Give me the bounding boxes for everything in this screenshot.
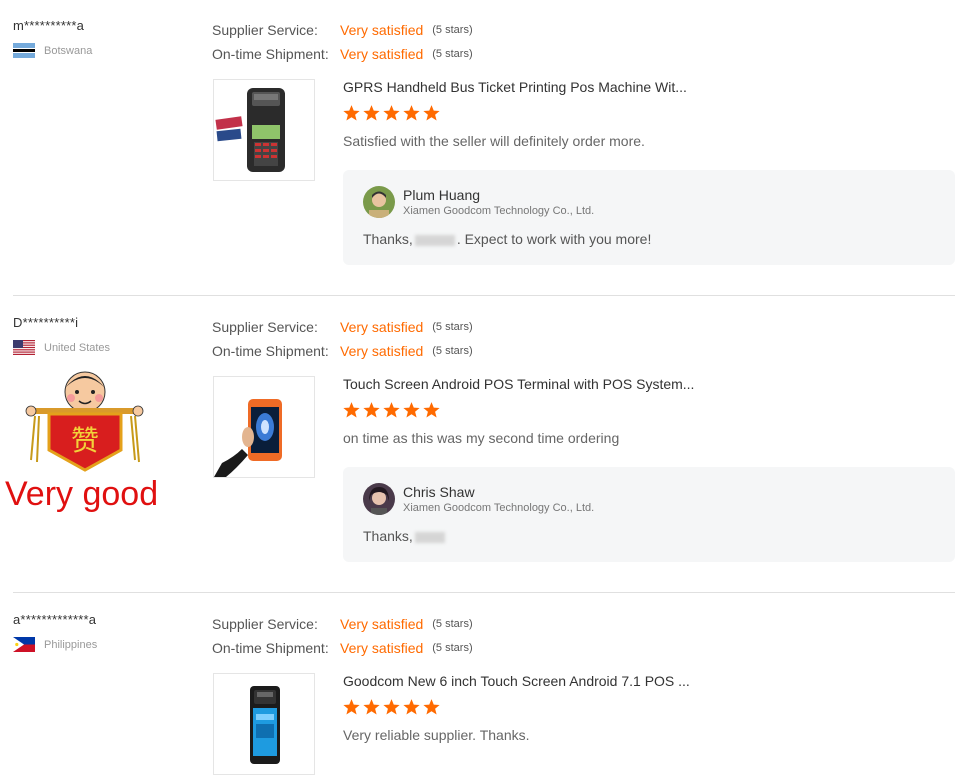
buyer-info: D**********i United States [13,315,110,355]
replier-name: Plum Huang [403,187,481,203]
philippines-flag-icon [13,637,35,652]
avatar [363,483,395,515]
star-icon [343,699,360,715]
reply-text-start: Thanks, [363,231,413,247]
rating-value: Very satisfied [340,319,424,335]
usa-flag-icon [13,340,35,355]
star-rating [342,104,442,122]
star-icon [403,402,420,418]
supplier-service-rating: Supplier Service: Very satisfied (5 star… [212,18,473,42]
divider [13,295,955,296]
supplier-service-rating: Supplier Service: Very satisfied (5 star… [212,315,473,339]
supplier-reply: Chris Shaw Xiamen Goodcom Technology Co.… [343,467,955,562]
star-rating [342,698,442,716]
rating-value: Very satisfied [340,616,424,632]
star-icon [363,699,380,715]
star-icon [343,402,360,418]
buyer-info: a*************a Philippines [13,612,97,652]
buyer-country: Botswana [13,43,92,58]
shipment-rating: On-time Shipment: Very satisfied (5 star… [212,42,473,66]
ratings-summary: Supplier Service: Very satisfied (5 star… [212,18,473,66]
rating-stars-count: (5 stars) [432,618,473,630]
rating-stars-count: (5 stars) [432,321,473,333]
rating-value: Very satisfied [340,22,424,38]
product-thumbnail[interactable] [213,376,315,478]
sticker-char: 赞 [71,424,99,457]
divider [13,592,955,593]
rating-label: On-time Shipment: [212,46,329,62]
very-good-caption: Very good [5,475,159,513]
country-name: Botswana [44,44,93,57]
rating-stars-count: (5 stars) [432,642,473,654]
review-text: on time as this was my second time order… [343,430,620,446]
star-icon [403,105,420,121]
review-text: Satisfied with the seller will definitel… [343,133,645,149]
replier-company: Xiamen Goodcom Technology Co., Ltd. [403,502,595,514]
buyer-country: United States [13,340,110,355]
product-title-link[interactable]: Touch Screen Android POS Terminal with P… [343,376,694,392]
star-icon [383,699,400,715]
rating-stars-count: (5 stars) [432,24,473,36]
reply-text-start: Thanks, [363,528,413,544]
star-icon [383,105,400,121]
product-thumbnail[interactable] [213,79,315,181]
botswana-flag-icon [13,43,35,58]
reply-text-end: . Expect to work with you more! [456,231,652,247]
redacted-name [414,531,445,543]
avatar [363,186,395,218]
reply-text: Thanks, . Expect to work with you more! [363,231,651,247]
supplier-service-rating: Supplier Service: Very satisfied (5 star… [212,612,473,636]
star-icon [383,402,400,418]
replier-name: Chris Shaw [403,484,475,500]
star-icon [423,105,440,121]
supplier-reply: Plum Huang Xiamen Goodcom Technology Co.… [343,170,955,265]
redacted-name [414,234,455,246]
reply-text: Thanks, [363,528,447,544]
shipment-rating: On-time Shipment: Very satisfied (5 star… [212,339,473,363]
shipment-rating: On-time Shipment: Very satisfied (5 star… [212,636,473,660]
rating-label: On-time Shipment: [212,343,329,359]
rating-label: Supplier Service: [212,319,318,335]
rating-label: Supplier Service: [212,22,318,38]
product-title-link[interactable]: GPRS Handheld Bus Ticket Printing Pos Ma… [343,79,687,95]
star-icon [363,105,380,121]
star-icon [363,402,380,418]
rating-label: On-time Shipment: [212,640,329,656]
rating-value: Very satisfied [340,640,424,656]
star-icon [403,699,420,715]
buyer-name: a*************a [13,612,97,627]
product-thumbnail[interactable] [213,673,315,775]
rating-value: Very satisfied [340,46,424,62]
buyer-name: D**********i [13,315,79,330]
star-icon [343,105,360,121]
rating-value: Very satisfied [340,343,424,359]
review-text: Very reliable supplier. Thanks. [343,727,530,743]
star-icon [423,699,440,715]
ratings-summary: Supplier Service: Very satisfied (5 star… [212,315,473,363]
product-title-link[interactable]: Goodcom New 6 inch Touch Screen Android … [343,673,690,689]
buyer-country: Philippines [13,637,97,652]
rating-stars-count: (5 stars) [432,48,473,60]
country-name: United States [44,341,111,354]
ratings-summary: Supplier Service: Very satisfied (5 star… [212,612,473,660]
buyer-name: m**********a [13,18,85,33]
rating-label: Supplier Service: [212,616,318,632]
rating-stars-count: (5 stars) [432,345,473,357]
country-name: Philippines [44,638,98,651]
replier-company: Xiamen Goodcom Technology Co., Ltd. [403,205,595,217]
star-rating [342,401,442,419]
star-icon [423,402,440,418]
buyer-info: m**********a Botswana [13,18,92,58]
